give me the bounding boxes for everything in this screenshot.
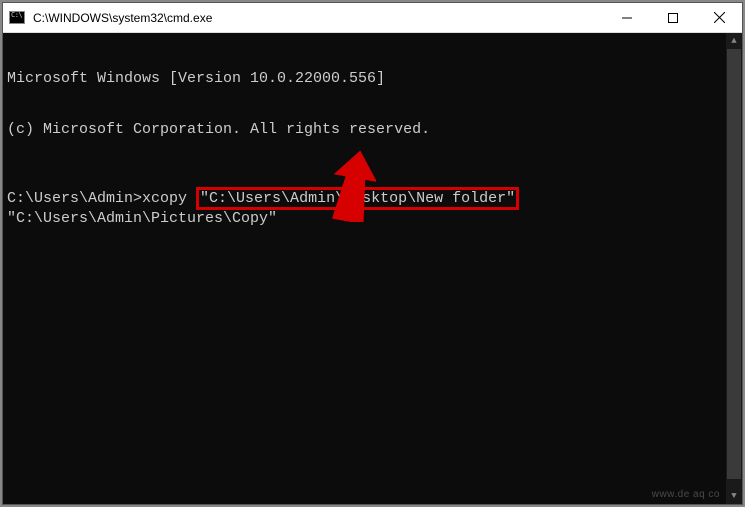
- minimize-icon: [622, 13, 632, 23]
- maximize-button[interactable]: [650, 3, 696, 32]
- banner-line-2: (c) Microsoft Corporation. All rights re…: [7, 121, 738, 138]
- banner-line-1: Microsoft Windows [Version 10.0.22000.55…: [7, 70, 738, 87]
- cmd-icon: [9, 11, 25, 24]
- source-path-highlight: "C:\Users\Admin\Desktop\New folder": [196, 187, 519, 210]
- terminal-area[interactable]: Microsoft Windows [Version 10.0.22000.55…: [3, 33, 742, 504]
- prompt-text: C:\Users\Admin>: [7, 190, 142, 207]
- close-button[interactable]: [696, 3, 742, 32]
- scroll-down-icon[interactable]: ▼: [726, 488, 742, 504]
- scrollbar-thumb[interactable]: [727, 49, 741, 479]
- vertical-scrollbar[interactable]: ▲ ▼: [726, 33, 742, 504]
- watermark-text: www.de aq co: [652, 489, 720, 501]
- window-controls: [604, 3, 742, 32]
- titlebar[interactable]: C:\WINDOWS\system32\cmd.exe: [3, 3, 742, 33]
- command-line: C:\Users\Admin>xcopy "C:\Users\Admin\Des…: [7, 187, 738, 228]
- command-name: xcopy: [142, 190, 196, 207]
- window-title: C:\WINDOWS\system32\cmd.exe: [31, 11, 604, 25]
- cmd-window: C:\WINDOWS\system32\cmd.exe Microsoft Wi…: [2, 2, 743, 505]
- close-icon: [714, 12, 725, 23]
- minimize-button[interactable]: [604, 3, 650, 32]
- window-icon-slot: [3, 3, 31, 33]
- maximize-icon: [668, 13, 678, 23]
- source-path: "C:\Users\Admin\Desktop\New folder": [200, 190, 515, 207]
- scroll-up-icon[interactable]: ▲: [726, 33, 742, 49]
